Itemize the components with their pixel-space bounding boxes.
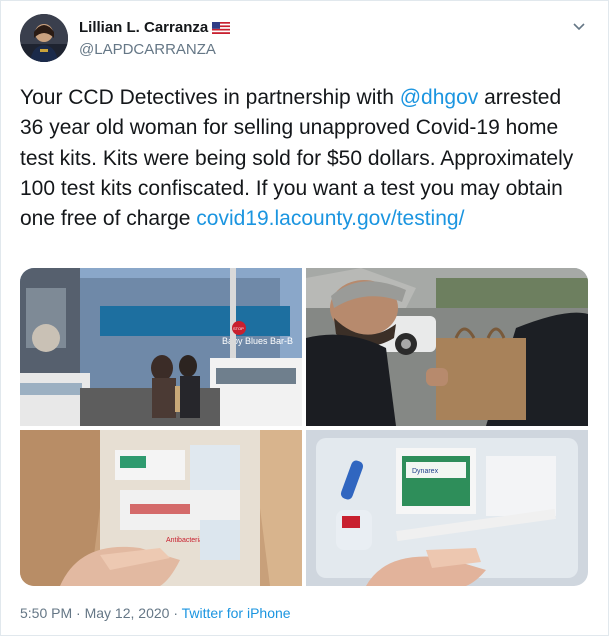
antibacterial-label: Antibacterial [166,537,205,544]
stop-sign: STOP [233,326,244,331]
author-display-name[interactable]: Lillian L. Carranza [79,19,208,36]
us-flag-icon [212,21,231,34]
street-scene-image: Baby Blues Bar-B STOP [20,268,302,426]
chevron-down-icon[interactable] [569,17,589,37]
tweet-footer: 5:50 PM · May 12, 2020 · Twitter for iPh… [20,605,291,621]
footer-separator: · [72,605,85,621]
kit-contents-image: Dynarex [306,430,588,586]
photo-box-of-test-kits[interactable]: Antibacterial [20,430,302,586]
tweet-text: Your CCD Detectives in partnership with … [20,83,590,234]
testing-url-link[interactable]: covid19.lacounty.gov/testing/ [196,207,464,230]
avatar[interactable] [20,14,68,62]
avatar-image [20,14,68,62]
dynarex-label: Dynarex [412,468,439,475]
tweet-text-part-1: Your CCD Detectives in partnership with [20,86,400,109]
chevron-down-icon-glyph [573,23,585,31]
tweet-source-link[interactable]: Twitter for iPhone [182,605,291,621]
tweet-date[interactable]: May 12, 2020 [85,605,170,621]
tweet-time[interactable]: 5:50 PM [20,605,72,621]
photo-man-paper-bag[interactable] [306,268,588,426]
photo-street-arrest[interactable]: Baby Blues Bar-B STOP [20,268,302,426]
photo-kit-contents[interactable]: Dynarex [306,430,588,586]
footer-separator: · [169,605,182,621]
author-name-row: Lillian L. Carranza [79,19,231,36]
mention-link[interactable]: @dhgov [400,86,479,109]
media-grid: Baby Blues Bar-B STOP Antibacterial Dyna… [20,268,588,586]
test-kit-box-image: Antibacterial [20,430,302,586]
author-handle[interactable]: @LAPDCARRANZA [79,41,216,58]
tweet-card: Lillian L. Carranza @LAPDCARRANZA Your C… [0,0,609,636]
paper-bag-image [306,268,588,426]
